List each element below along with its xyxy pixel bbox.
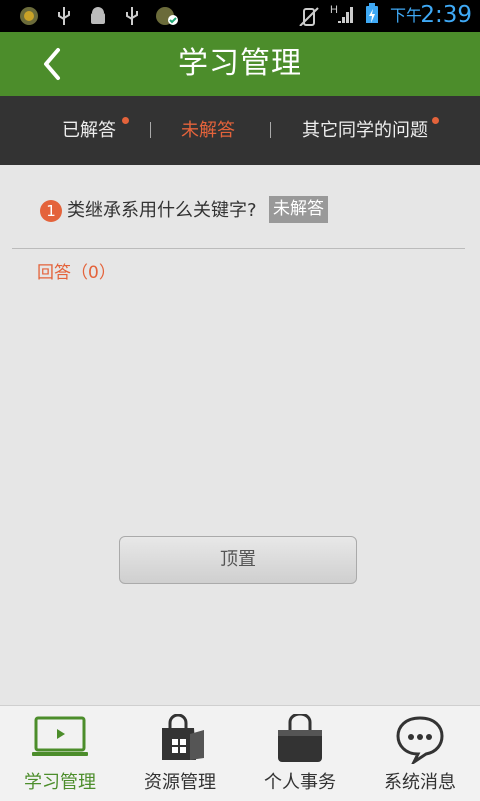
tab-answered-dot [122,117,129,124]
page-title: 学习管理 [178,46,302,81]
bottom-nav: 学习管理 资源管理 个人事务 系统消息 [0,705,480,801]
status-ampm: 下午 [389,6,422,25]
tab-unanswered[interactable]: 未解答 [181,96,235,165]
tab-others-questions[interactable]: 其它同学的问题 [302,96,428,165]
android-debug-icon [91,7,105,24]
nav-label-resources: 资源管理 [144,772,216,793]
usb-icon [58,7,70,25]
app-check-icon [156,7,178,25]
tab-bar: 已解答 未解答 其它同学的问题 [0,96,480,165]
vibrate-muted-icon [299,7,319,26]
nav-label-study: 学习管理 [24,772,96,793]
svg-text:H: H [330,4,338,16]
battery-charging-icon [366,3,378,23]
status-clock: 2:39 [420,2,472,28]
usb-icon-2 [126,7,138,25]
divider [12,248,465,249]
status-badge: 未解答 [269,196,328,223]
answers-count-link[interactable]: 回答（0） [37,258,116,288]
briefcase-icon [278,714,322,762]
tab-answered[interactable]: 已解答 [62,96,116,165]
signal-icon: H [330,4,353,23]
laptop-play-icon [32,716,88,756]
nav-label-messages: 系统消息 [384,772,456,793]
nav-item-personal[interactable]: 个人事务 [240,706,360,801]
question-text[interactable]: 类继承系用什么关键字? [67,196,257,226]
tab-others-dot [432,117,439,124]
question-number-badge: 1 [40,200,62,222]
shopping-bag-windows-icon [162,714,204,760]
app-header: 学习管理 [0,32,480,96]
app-notification-icon [20,7,38,25]
pin-to-top-button[interactable]: 顶置 [119,536,357,584]
tab-separator [150,122,151,138]
nav-label-personal: 个人事务 [264,772,336,793]
nav-item-resources[interactable]: 资源管理 [120,706,240,801]
tab-separator [270,122,271,138]
chat-bubble-icon [396,716,444,764]
nav-item-messages[interactable]: 系统消息 [360,706,480,801]
status-bar: H 下午 2:39 [0,0,480,32]
nav-item-study[interactable]: 学习管理 [0,706,120,801]
